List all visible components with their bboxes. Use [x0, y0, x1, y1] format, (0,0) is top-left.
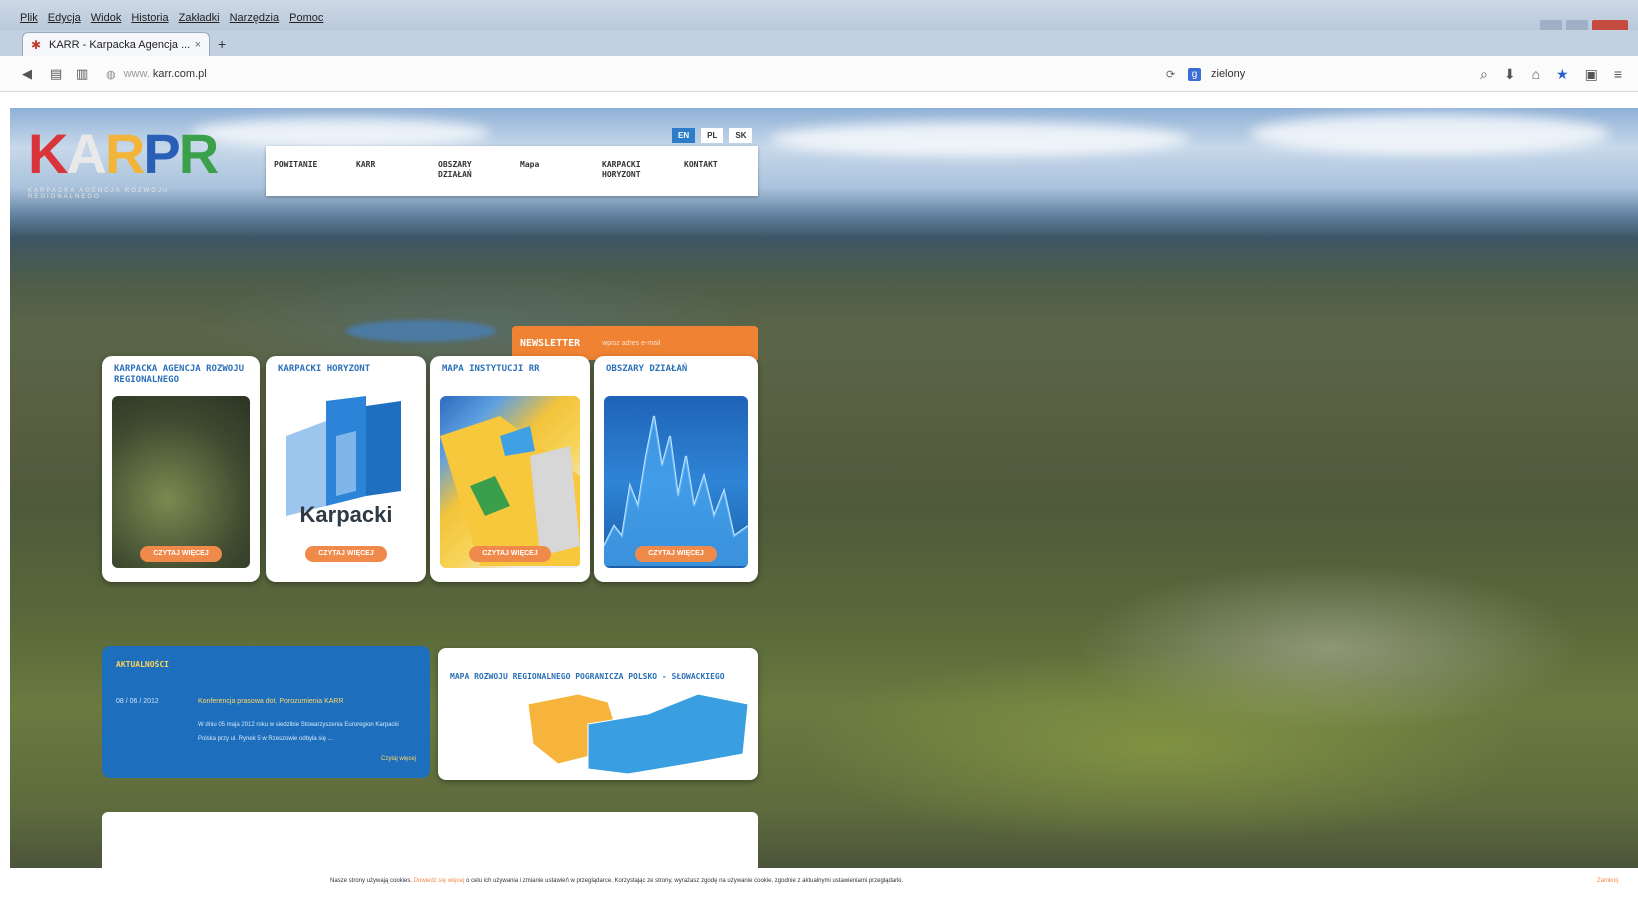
menu-tools[interactable]: Narzędzia: [230, 12, 280, 24]
card-title: MAPA INSTYTUCJI RR: [442, 364, 540, 374]
cookie-close-button[interactable]: Zamknij: [1597, 878, 1618, 884]
reload-icon[interactable]: ⟳: [1166, 68, 1175, 81]
navigation-toolbar: ◀ ▤ ▥ ◍ www. karr.com.pl ⟳ g zielony ⌕ ⬇…: [0, 56, 1638, 92]
poland-slovakia-map-graphic: [527, 693, 749, 775]
page-info-icon[interactable]: ▥: [76, 66, 88, 82]
bookmarks-menu-icon[interactable]: ▣: [1585, 66, 1598, 83]
karpacki-brand-text: Karpacki: [300, 502, 393, 527]
browser-tab[interactable]: ✱ KARR - Karpacka Agencja ... ×: [22, 32, 210, 56]
menu-icon[interactable]: ≡: [1614, 66, 1622, 83]
main-nav: POWITANIE KARR OBSZARY DZIAŁAŃ Mapa KARP…: [266, 146, 758, 196]
page-footer-area: [102, 812, 758, 868]
lake: [346, 320, 496, 342]
logo-subtitle: KARPACKA AGENCJA ROZWOJU REGIONALNEGO: [28, 188, 170, 200]
karpacki-logo-image: Karpacki: [276, 396, 416, 568]
tab-close-icon[interactable]: ×: [195, 39, 201, 51]
menu-file[interactable]: Plik: [20, 12, 38, 24]
search-engine-icon[interactable]: g: [1188, 67, 1201, 81]
news-panel: AKTUALNOŚCI 08 / 06 / 2012 Konferencja p…: [102, 646, 430, 778]
newsletter-label: NEWSLETTER: [520, 337, 581, 349]
menu-items: Plik Edycja Widok Historia Zakładki Narz…: [20, 12, 323, 24]
browser-menubar: Plik Edycja Widok Historia Zakładki Narz…: [0, 0, 1638, 34]
toolbar-icons: ⌕ ⬇ ⌂ ★ ▣ ≡: [1480, 66, 1622, 83]
nav-item-obszary[interactable]: OBSZARY DZIAŁAŃ: [430, 146, 512, 196]
history-icon[interactable]: ▤: [50, 66, 62, 82]
cloud: [1250, 114, 1610, 154]
card-mapa-instytucji[interactable]: MAPA INSTYTUCJI RR CZYTAJ WIĘCEJ: [430, 356, 590, 582]
cookie-more-link[interactable]: Dowiedz się więcej: [414, 878, 465, 884]
newsletter-bar: NEWSLETTER wpisz adres e-mail: [512, 326, 758, 360]
map-3d-graphic: [440, 416, 580, 566]
cloud: [770, 122, 1190, 156]
menu-edit[interactable]: Edycja: [48, 12, 81, 24]
site-identity-icon[interactable]: ◍: [106, 68, 116, 81]
news-body: W dniu 05 maja 2012 roku w siedzibie Sto…: [198, 722, 399, 742]
lang-pl[interactable]: PL: [701, 128, 724, 143]
nav-item-mapa[interactable]: Mapa: [512, 146, 594, 196]
regional-map-card[interactable]: MAPA ROZWOJU REGIONALNEGO POGRANICZA POL…: [438, 648, 758, 780]
read-more-button[interactable]: CZYTAJ WIĘCEJ: [140, 546, 222, 562]
newsletter-email-input[interactable]: wpisz adres e-mail: [602, 340, 660, 347]
menu-view[interactable]: Widok: [91, 12, 122, 24]
bookmark-star-icon[interactable]: ★: [1556, 66, 1569, 83]
peaks-chart-image: [604, 396, 748, 568]
url-text: karr.com.pl: [152, 68, 207, 80]
back-icon[interactable]: ◀: [22, 66, 32, 82]
cookie-bar: Nasze strony używają cookies. Dowiedz si…: [0, 868, 1638, 897]
cookie-text: Nasze strony używają cookies. Dowiedz si…: [330, 878, 904, 884]
lang-sk[interactable]: SK: [729, 128, 753, 143]
card-title: OBSZARY DZIAŁAŃ: [606, 364, 688, 374]
home-icon[interactable]: ⌂: [1532, 66, 1540, 83]
page-background: KARPR KARPACKA AGENCJA ROZWOJU REGIONALN…: [10, 108, 1638, 868]
card-obszary[interactable]: OBSZARY DZIAŁAŃ CZYTAJ WIĘCEJ: [594, 356, 758, 582]
news-read-more-link[interactable]: Czytaj więcej: [381, 756, 416, 762]
site-logo[interactable]: KARPR KARPACKA AGENCJA ROZWOJU REGIONALN…: [28, 126, 238, 206]
address-bar[interactable]: ◍ www. karr.com.pl: [98, 63, 1188, 85]
search-value: zielony: [1211, 68, 1246, 80]
search-icon[interactable]: ⌕: [1480, 66, 1488, 83]
logo-letters: KARPR: [28, 122, 219, 185]
nav-item-horyzont[interactable]: KARPACKI HORYZONT: [594, 146, 676, 196]
language-switcher: EN PL SK: [672, 128, 753, 143]
map-title: MAPA ROZWOJU REGIONALNEGO POGRANICZA POL…: [450, 672, 725, 681]
news-title: AKTUALNOŚCI: [116, 660, 169, 669]
download-icon[interactable]: ⬇: [1504, 66, 1516, 83]
card-karr[interactable]: KARPACKA AGENCJA ROZWOJU REGIONALNEGO CZ…: [102, 356, 260, 582]
map-3d-image: [440, 396, 580, 568]
read-more-button[interactable]: CZYTAJ WIĘCEJ: [305, 546, 387, 562]
read-more-button[interactable]: CZYTAJ WIĘCEJ: [635, 546, 717, 562]
search-input[interactable]: g zielony: [1188, 63, 1478, 85]
tab-title: KARR - Karpacka Agencja ...: [49, 38, 191, 51]
news-headline[interactable]: Konferencja prasowa dot. Porozumienia KA…: [198, 698, 344, 705]
lang-en[interactable]: EN: [672, 128, 696, 143]
nav-item-kontakt[interactable]: KONTAKT: [676, 146, 758, 196]
card-title: KARPACKI HORYZONT: [278, 364, 371, 374]
read-more-button[interactable]: CZYTAJ WIĘCEJ: [469, 546, 551, 562]
menu-bookmarks[interactable]: Zakładki: [179, 12, 220, 24]
nav-item-powitanie[interactable]: POWITANIE: [266, 146, 348, 196]
menu-help[interactable]: Pomoc: [289, 12, 323, 24]
tab-strip: ✱ KARR - Karpacka Agencja ... × +: [0, 30, 1638, 56]
news-date: 08 / 06 / 2012: [116, 698, 159, 705]
peaks-graphic: [604, 415, 748, 566]
card-horyzont[interactable]: KARPACKI HORYZONT Karpacki CZYTAJ WIĘCEJ: [266, 356, 426, 582]
favicon-icon: ✱: [31, 37, 42, 52]
aerial-photo-image: [112, 396, 250, 568]
menu-history[interactable]: Historia: [131, 12, 168, 24]
card-title: KARPACKA AGENCJA ROZWOJU REGIONALNEGO: [114, 364, 245, 385]
new-tab-button[interactable]: +: [218, 36, 226, 52]
nav-item-karr[interactable]: KARR: [348, 146, 430, 196]
karpacki-logo-graphic: Karpacki: [286, 396, 401, 527]
